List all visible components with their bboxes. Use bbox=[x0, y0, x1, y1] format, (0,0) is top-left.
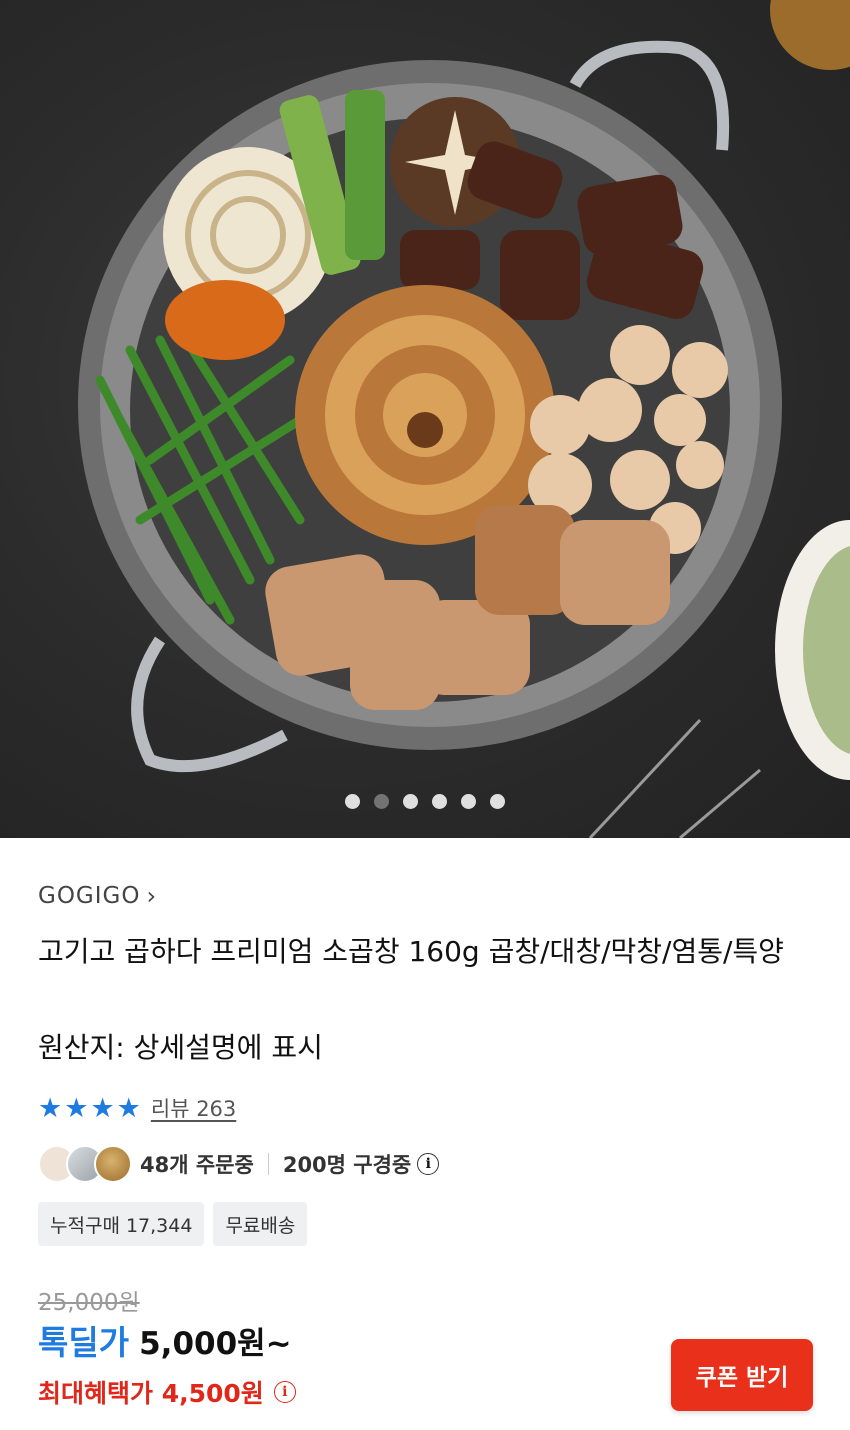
pagination-dot[interactable] bbox=[461, 794, 476, 809]
info-icon[interactable]: i bbox=[273, 1381, 296, 1403]
avatar-stack bbox=[38, 1145, 134, 1183]
product-origin: 원산지: 상세설명에 표시 bbox=[38, 1031, 323, 1064]
avatar bbox=[94, 1145, 132, 1183]
star-rating: ★ ★ ★ ★ bbox=[38, 1095, 141, 1122]
star-icon: ★ bbox=[38, 1092, 63, 1124]
pagination-dot-active[interactable] bbox=[374, 794, 389, 809]
orders-count: 48개 주문중 bbox=[140, 1153, 254, 1177]
divider bbox=[267, 1153, 269, 1175]
max-benefit-row: 최대혜택가 4,500원 i bbox=[38, 1374, 296, 1410]
star-icon: ★ bbox=[90, 1092, 115, 1124]
pagination-dot[interactable] bbox=[490, 794, 505, 809]
product-title: 고기고 곱하다 프리미엄 소곱창 160g 곱창/대창/막창/염통/특양 bbox=[38, 935, 784, 968]
brand-link[interactable]: GOGIGO › bbox=[38, 882, 157, 910]
chevron-right-icon: › bbox=[146, 882, 158, 910]
food-photo bbox=[78, 0, 850, 838]
star-icon: ★ bbox=[64, 1092, 89, 1124]
tag-cumulative-purchase: 누적구매 17,344 bbox=[38, 1202, 205, 1246]
pagination-dot[interactable] bbox=[403, 794, 418, 809]
rating-row: ★ ★ ★ ★ 리뷰 263 bbox=[38, 1093, 236, 1123]
product-tags: 누적구매 17,344 무료배송 bbox=[38, 1202, 308, 1246]
deal-price: 5,000원~ bbox=[139, 1326, 292, 1362]
pagination-dot[interactable] bbox=[432, 794, 447, 809]
info-icon[interactable]: i bbox=[417, 1153, 440, 1175]
deal-price-row: 톡딜가 5,000원~ bbox=[38, 1316, 292, 1364]
viewers-count: 200명 구경중 bbox=[282, 1153, 412, 1177]
max-benefit-price: 최대혜택가 4,500원 bbox=[38, 1379, 264, 1408]
get-coupon-button[interactable]: 쿠폰 받기 bbox=[671, 1339, 813, 1411]
product-image-gallery[interactable] bbox=[0, 0, 850, 838]
gallery-pagination bbox=[0, 794, 850, 809]
deal-label: 톡딜가 bbox=[38, 1323, 130, 1362]
original-price: 25,000원 bbox=[38, 1290, 140, 1316]
pagination-dot[interactable] bbox=[345, 794, 360, 809]
brand-name: GOGIGO bbox=[38, 883, 141, 909]
star-icon: ★ bbox=[116, 1092, 141, 1124]
tag-free-shipping: 무료배송 bbox=[213, 1202, 308, 1246]
social-proof-row: 48개 주문중 200명 구경중 i bbox=[38, 1144, 440, 1184]
review-link[interactable]: 리뷰 263 bbox=[151, 1093, 236, 1123]
